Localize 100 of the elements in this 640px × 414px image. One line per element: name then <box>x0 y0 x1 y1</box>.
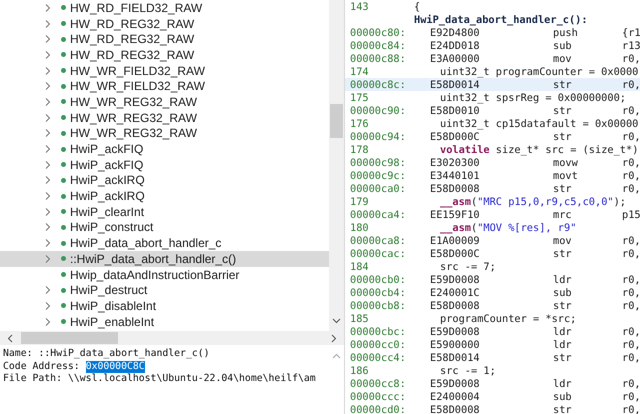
expand-chevron-icon[interactable] <box>44 208 52 216</box>
symbol-dot-icon <box>61 288 66 293</box>
tree-item-label: HwiP_disableInt <box>70 298 156 313</box>
horizontal-scrollbar[interactable] <box>0 331 344 345</box>
expand-chevron-icon[interactable] <box>44 239 52 248</box>
expand-chevron-icon[interactable] <box>44 98 52 106</box>
expand-chevron-icon[interactable] <box>44 223 52 232</box>
expand-chevron-icon[interactable] <box>44 254 52 263</box>
opcode: EE159F10 <box>429 208 481 220</box>
instruction-row[interactable]: 00000cc8: E59D0008 ldr r0, <box>345 377 640 390</box>
opcode: E58D000C <box>429 130 481 142</box>
file-path-label: File Path: <box>3 373 62 386</box>
tree-item[interactable]: ::HwiP_data_abort_handler_c() <box>0 251 329 267</box>
tree-item[interactable]: HW_WR_REG32_RAW <box>0 126 329 142</box>
expand-chevron-icon[interactable] <box>44 286 52 294</box>
tree-item[interactable]: HwiP_ackFIQ <box>0 156 329 173</box>
tree-item[interactable]: HW_WR_REG32_RAW <box>0 94 329 110</box>
tree-item[interactable]: HwiP_ackIRQ <box>0 172 329 188</box>
symbol-dot-icon <box>61 146 66 152</box>
tree-item[interactable]: HW_WR_FIELD32_RAW <box>0 78 329 94</box>
expand-chevron-icon[interactable] <box>44 66 52 75</box>
tree-item[interactable]: HwiP_ackFIQ <box>0 141 329 157</box>
instruction-row[interactable]: 00000cbc: E59D0008 ldr r0, <box>345 325 640 338</box>
expand-chevron-icon[interactable] <box>44 160 52 169</box>
symbol-dot-icon <box>61 272 66 278</box>
scroll-right-icon[interactable] <box>329 334 338 342</box>
expand-chevron-icon[interactable] <box>44 20 52 28</box>
tree-item[interactable]: HwiP_destruct <box>0 282 329 298</box>
vertical-scrollbar[interactable] <box>329 0 344 331</box>
tree-item-label: HwiP_clearInt <box>70 204 144 219</box>
instruction-row[interactable]: 00000c84: E24DD018 sub r13 <box>345 39 640 52</box>
operand: r0, <box>622 234 640 246</box>
tree-item[interactable]: HwiP_disableInt <box>0 298 329 314</box>
instruction-row[interactable]: 00000cc0: E5900000 ldr r0, <box>345 338 640 351</box>
expand-chevron-icon[interactable] <box>44 318 52 326</box>
code-address-label: Code Address: <box>3 360 80 374</box>
tree-item[interactable]: Hwip_dataAndInstructionBarrier <box>0 266 329 282</box>
instruction-row[interactable]: 00000ccc: E2400004 sub r0, <box>345 390 640 403</box>
instruction-row[interactable]: 00000c90: E58D0010 str r0, <box>345 104 640 117</box>
expand-chevron-icon[interactable] <box>44 35 52 44</box>
highlighted-row[interactable]: 00000c8c: E58D0014 str r0, <box>345 78 640 91</box>
line-number: 180 <box>349 222 370 234</box>
tree-item[interactable]: HwiP_clearInt <box>0 204 329 220</box>
tree-item[interactable]: HwiP_construct <box>0 220 329 236</box>
tree-item[interactable]: HwiP_ackIRQ <box>0 188 329 204</box>
scroll-up-icon[interactable] <box>332 352 341 361</box>
tree-item[interactable]: HwiP_data_abort_handler_c <box>0 235 329 251</box>
instruction-row[interactable]: 00000c88: E3A00000 mov r0, <box>345 52 640 65</box>
expand-chevron-icon[interactable] <box>44 4 52 12</box>
instruction-row[interactable]: 00000c98: E3020300 movw r0, <box>345 156 640 169</box>
mnemonic: ldr <box>553 326 573 338</box>
expand-chevron-icon[interactable] <box>44 129 52 138</box>
instruction-row[interactable]: 00000cd0: E58D0008 str r0, <box>345 403 640 414</box>
source-code-line: src -= 1; <box>439 364 496 376</box>
expand-chevron-icon[interactable] <box>44 82 52 90</box>
expand-chevron-icon[interactable] <box>44 302 52 310</box>
tree-item[interactable]: HW_WR_REG32_RAW <box>0 110 329 126</box>
code-address-value: 0x00000C8C <box>86 360 145 374</box>
tree-item[interactable]: HwiP_enableInt <box>0 314 329 330</box>
instruction-row[interactable]: 00000c9c: E3440101 movt r0, <box>345 169 640 182</box>
operand: r0, <box>622 286 640 298</box>
tree-item-label: ::HwiP_data_abort_handler_c() <box>70 252 236 266</box>
operand: r0, <box>622 156 640 168</box>
instruction-row[interactable]: 00000ca8: E1A00009 mov r0, <box>345 234 640 247</box>
instruction-row[interactable]: 00000c94: E58D000C str r0, <box>345 130 640 143</box>
instruction-row[interactable]: 00000cc4: E58D0014 str r0, <box>345 351 640 364</box>
symbol-name: ::HwiP_data_abort_handler_c() <box>38 348 210 361</box>
tree-item[interactable]: HW_WR_FIELD32_RAW <box>0 62 329 78</box>
opcode: E3020300 <box>429 156 481 168</box>
mnemonic: str <box>553 130 573 142</box>
tree-item[interactable]: HW_RD_REG32_RAW <box>0 16 329 32</box>
operand: r0, <box>622 130 640 142</box>
tree-item[interactable]: HW_RD_REG32_RAW <box>0 31 329 48</box>
scrollbar-thumb[interactable] <box>21 332 118 344</box>
operand: r0, <box>622 182 640 194</box>
instruction-row[interactable]: 00000cac: E58D000C str r0, <box>345 247 640 260</box>
opcode: E3440101 <box>429 170 481 182</box>
tree-item-label: HW_RD_FIELD32_RAW <box>70 0 202 15</box>
source-code-line: uint32_t spsrReg = 0x00000000; <box>439 92 626 104</box>
address: 00000c94: <box>349 130 407 142</box>
expand-chevron-icon[interactable] <box>44 50 52 59</box>
address: 00000ca8: <box>349 234 407 246</box>
instruction-row[interactable]: 00000ca0: E58D0008 str r0, <box>345 182 640 195</box>
expand-chevron-icon[interactable] <box>44 192 52 200</box>
expand-chevron-icon[interactable] <box>44 145 52 154</box>
address: 00000c90: <box>349 104 407 116</box>
scrollbar-thumb[interactable] <box>330 104 343 138</box>
instruction-row[interactable]: 00000cb8: E58D0008 str r0, <box>345 299 640 312</box>
instruction-row[interactable]: 00000c80: E92D4800 push {r1 <box>345 26 640 39</box>
instruction-row[interactable]: 00000cb0: E59D0008 ldr r0, <box>345 273 640 286</box>
instruction-row[interactable]: 00000ca4: EE159F10 mrc p15 <box>345 208 640 221</box>
scroll-down-icon[interactable] <box>332 316 341 325</box>
expand-chevron-icon[interactable] <box>44 176 52 184</box>
instruction-row[interactable]: 00000cb4: E240001C sub r0, <box>345 286 640 299</box>
address: 00000c98: <box>349 156 407 168</box>
expand-chevron-icon[interactable] <box>44 114 52 122</box>
tree-item[interactable]: HW_RD_REG32_RAW <box>0 47 329 63</box>
scroll-left-icon[interactable] <box>6 334 15 342</box>
symbol-dot-icon <box>61 115 66 120</box>
tree-item[interactable]: HW_RD_FIELD32_RAW <box>0 0 329 16</box>
